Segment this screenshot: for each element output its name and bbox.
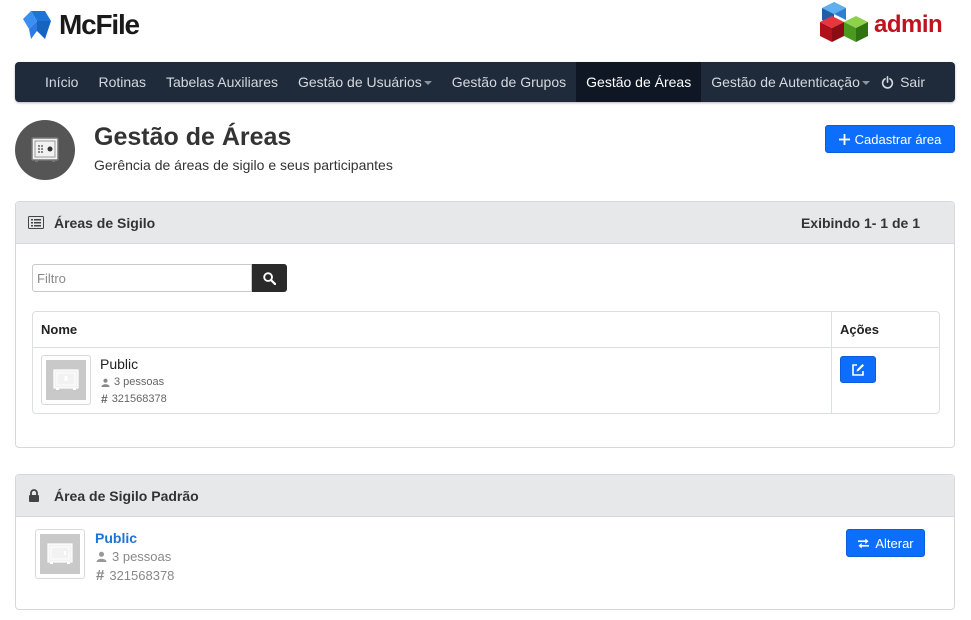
nav-item-label: Início	[45, 74, 79, 90]
nav-item-label: Rotinas	[98, 74, 146, 90]
nav-item-label: Gestão de Usuários	[298, 74, 422, 90]
new-area-button[interactable]: Cadastrar área	[825, 125, 955, 153]
safe-icon	[31, 137, 59, 162]
safe-icon	[47, 543, 73, 564]
brand-name: McFile	[59, 9, 140, 40]
table-row: Public 3 pessoas # 321568378	[33, 348, 939, 414]
column-header-actions: Ações	[840, 322, 880, 337]
admin-logo: admin	[816, 0, 956, 48]
nav-item-2[interactable]: Tabelas Auxiliares	[156, 62, 288, 102]
filter-group	[32, 264, 287, 292]
power-icon	[881, 75, 894, 89]
nav-item-label: Gestão de Áreas	[586, 74, 692, 90]
logout-label: Sair	[900, 74, 925, 90]
lock-icon	[29, 489, 39, 502]
search-button[interactable]	[252, 264, 287, 292]
default-area-id-text: 321568378	[109, 568, 175, 583]
areas-panel-title: Áreas de Sigilo	[54, 214, 156, 231]
nav-item-label: Gestão de Autenticação	[711, 74, 860, 90]
user-icon	[96, 551, 107, 562]
safe-icon	[53, 369, 79, 390]
list-icon	[28, 216, 44, 229]
nav-item-label: Gestão de Grupos	[451, 74, 567, 90]
caret-down-icon	[861, 81, 870, 86]
mcfile-logo-icon	[23, 11, 51, 39]
areas-table: Nome Ações Public 3 pessoas # 321568378	[32, 311, 940, 414]
default-area-name-link[interactable]: Public	[95, 530, 137, 546]
table-header: Nome Ações	[33, 312, 939, 348]
nav-item-1[interactable]: Rotinas	[88, 62, 155, 102]
exchange-icon	[858, 537, 870, 549]
area-id: # 321568378	[101, 392, 167, 406]
nav-item-5[interactable]: Gestão de Áreas	[576, 62, 702, 102]
edit-area-button[interactable]	[840, 356, 876, 383]
change-default-area-label: Alterar	[875, 535, 914, 551]
plus-icon	[838, 133, 850, 145]
page-subtitle: Gerência de áreas de sigilo e seus parti…	[94, 157, 393, 173]
default-area-panel-title: Área de Sigilo Padrão	[54, 487, 199, 504]
search-icon	[263, 271, 276, 285]
areas-panel: Áreas de Sigilo Exibindo 1- 1 de 1 Nome …	[15, 201, 955, 448]
user-icon	[101, 378, 110, 387]
nav-item-3[interactable]: Gestão de Usuários	[288, 62, 442, 102]
default-area-people: 3 pessoas	[96, 549, 171, 564]
areas-panel-header: Áreas de Sigilo Exibindo 1- 1 de 1	[16, 202, 954, 244]
area-people-text: 3 pessoas	[114, 376, 165, 388]
nav-item-label: Tabelas Auxiliares	[165, 74, 278, 90]
filter-input[interactable]	[32, 264, 252, 292]
new-area-label: Cadastrar área	[854, 131, 942, 147]
change-default-area-button[interactable]: Alterar	[846, 529, 925, 557]
default-area-panel: Área de Sigilo Padrão Public 3 pessoas #…	[15, 474, 955, 610]
area-people: 3 pessoas	[101, 376, 164, 388]
row-name-cell: Public 3 pessoas # 321568378	[33, 348, 832, 414]
edit-icon	[852, 363, 864, 376]
default-area-id: # 321568378	[96, 567, 174, 584]
area-id-text: 321568378	[111, 393, 167, 405]
nav-item-4[interactable]: Gestão de Grupos	[442, 62, 576, 102]
logout-button[interactable]: Sair	[881, 62, 925, 102]
hash-icon: #	[96, 567, 105, 584]
row-actions-cell	[832, 348, 939, 414]
caret-down-icon	[423, 81, 432, 86]
nav-item-6[interactable]: Gestão de Autenticação	[701, 62, 880, 102]
admin-text: admin	[874, 11, 943, 38]
default-area-thumbnail	[35, 529, 85, 579]
hash-icon: #	[101, 392, 108, 406]
area-name: Public	[100, 356, 139, 372]
area-thumbnail	[41, 355, 91, 405]
results-count: Exibindo 1- 1 de 1	[800, 214, 920, 231]
default-area-people-text: 3 pessoas	[112, 549, 172, 564]
cubes-icon	[820, 2, 868, 42]
nav-item-0[interactable]: Início	[35, 62, 88, 102]
main-navbar: Início Rotinas Tabelas Auxiliares Gestão de…	[15, 62, 955, 102]
page-title: Gestão de Áreas	[94, 123, 292, 151]
default-area-panel-header: Área de Sigilo Padrão	[16, 475, 954, 517]
nav-items: Início Rotinas Tabelas Auxiliares Gestão de…	[35, 62, 880, 102]
column-header-name: Nome	[33, 312, 832, 347]
brand-logo[interactable]: McFile	[21, 9, 140, 41]
safe-page-icon	[15, 120, 75, 180]
